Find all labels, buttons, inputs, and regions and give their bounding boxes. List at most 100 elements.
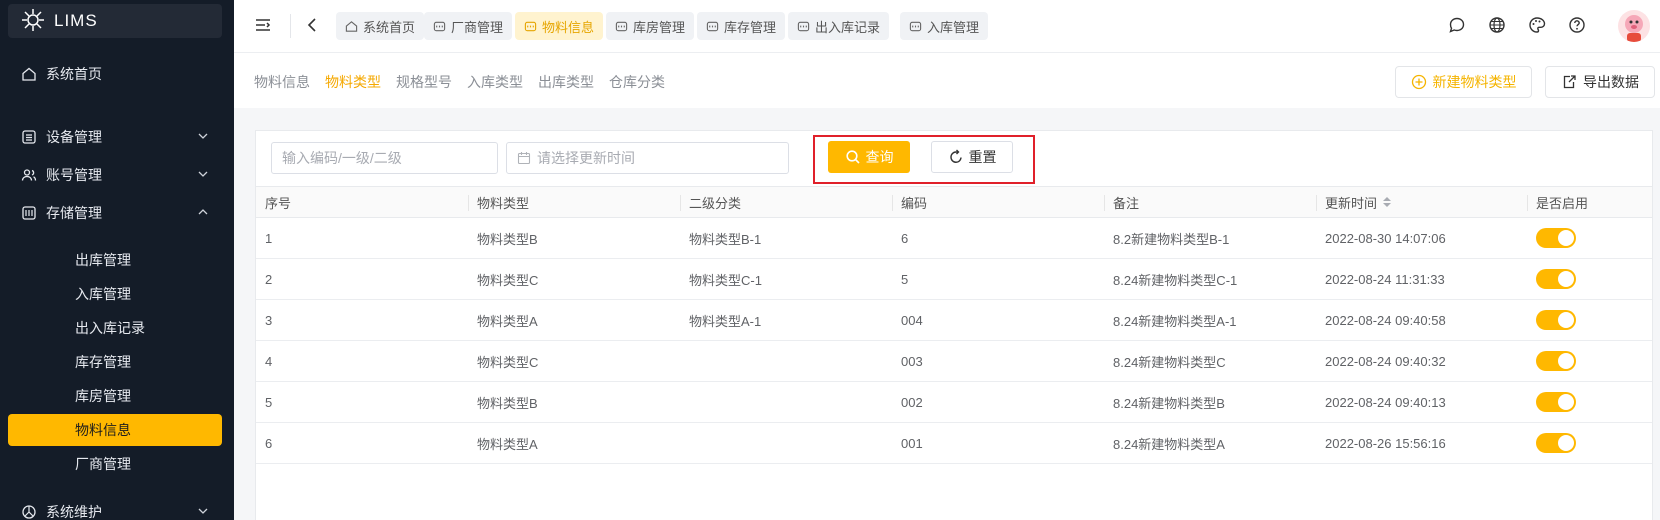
tab-inbound[interactable]: 入库管理 bbox=[900, 12, 989, 40]
enabled-toggle[interactable] bbox=[1536, 269, 1576, 289]
enabled-toggle[interactable] bbox=[1536, 433, 1576, 453]
cell-remark: 8.24新建物料类型A-1 bbox=[1113, 313, 1237, 329]
top-header: 系统首页 厂商管理 物料信息 库房管理 库存管理 出入库记录 入库管理 bbox=[234, 0, 1660, 53]
sort-icon[interactable] bbox=[1383, 197, 1392, 207]
avatar[interactable] bbox=[1618, 10, 1650, 42]
cell-subcategory bbox=[680, 423, 892, 463]
tab-label: 厂商管理 bbox=[451, 19, 504, 35]
cell-update-time: 2022-08-24 09:40:13 bbox=[1325, 394, 1446, 410]
cell-remark: 8.24新建物料类型B bbox=[1113, 395, 1225, 411]
tab-io-records[interactable]: 出入库记录 bbox=[788, 12, 890, 40]
sidebar-item-label: 入库管理 bbox=[75, 286, 131, 302]
tab-label: 库房管理 bbox=[633, 19, 686, 35]
cell-code: 001 bbox=[901, 435, 923, 451]
cell-code: 6 bbox=[901, 230, 909, 246]
enabled-toggle[interactable] bbox=[1536, 351, 1576, 371]
cell-code: 003 bbox=[901, 353, 923, 369]
cell-index: 5 bbox=[265, 394, 273, 410]
new-material-type-button[interactable]: 新建物料类型 bbox=[1395, 66, 1532, 98]
list-icon bbox=[20, 128, 38, 146]
tab-inventory[interactable]: 库存管理 bbox=[697, 12, 786, 40]
column-header-update-time[interactable]: 更新时间 bbox=[1316, 187, 1527, 217]
cell-code: 004 bbox=[901, 312, 923, 328]
subtab-outbound-type[interactable]: 出库类型 bbox=[538, 72, 594, 92]
subtab-material-type[interactable]: 物料类型 bbox=[325, 72, 381, 92]
column-header-code: 编码 bbox=[892, 187, 1104, 217]
sidebar-item-vendors[interactable]: 厂商管理 bbox=[8, 448, 222, 480]
table-row: 2 物料类型C 物料类型C-1 5 8.24新建物料类型C-1 2022-08-… bbox=[256, 259, 1652, 300]
cell-subcategory bbox=[680, 382, 892, 422]
cell-enabled bbox=[1527, 218, 1652, 258]
sidebar-item-outbound[interactable]: 出库管理 bbox=[8, 244, 222, 276]
sidebar-item-inbound[interactable]: 入库管理 bbox=[8, 278, 222, 310]
tab-icon bbox=[615, 21, 628, 31]
menu-fold-icon[interactable] bbox=[254, 16, 272, 34]
cell-index: 2 bbox=[265, 271, 273, 287]
cell-subcategory bbox=[680, 341, 892, 381]
tab-material-info[interactable]: 物料信息 bbox=[515, 12, 604, 40]
storage-icon bbox=[20, 204, 38, 222]
sidebar-group-equipment[interactable]: 设备管理 bbox=[8, 121, 222, 153]
column-header-label: 更新时间 bbox=[1325, 195, 1378, 211]
code-search-placeholder: 输入编码/一级/二级 bbox=[282, 150, 402, 166]
subtab-spec-model[interactable]: 规格型号 bbox=[396, 72, 452, 92]
chevron-down-icon bbox=[198, 133, 208, 139]
subtab-inbound-type[interactable]: 入库类型 bbox=[467, 72, 523, 92]
code-search-input[interactable]: 输入编码/一级/二级 bbox=[271, 142, 498, 174]
sidebar-item-warehouse[interactable]: 库房管理 bbox=[8, 380, 222, 412]
cell-index: 3 bbox=[265, 312, 273, 328]
back-icon[interactable] bbox=[304, 16, 322, 34]
cell-enabled bbox=[1527, 300, 1652, 340]
palette-icon[interactable] bbox=[1528, 16, 1546, 34]
tab-icon bbox=[797, 21, 810, 31]
tab-label: 系统首页 bbox=[363, 19, 416, 35]
tab-warehouse[interactable]: 库房管理 bbox=[606, 12, 695, 40]
export-button[interactable]: 导出数据 bbox=[1545, 66, 1655, 98]
avatar-image-icon bbox=[1625, 15, 1643, 42]
help-icon[interactable] bbox=[1568, 16, 1586, 34]
enabled-toggle[interactable] bbox=[1536, 310, 1576, 330]
header-divider bbox=[290, 14, 291, 38]
column-header-index: 序号 bbox=[265, 195, 292, 211]
sidebar-item-io-records[interactable]: 出入库记录 bbox=[8, 312, 222, 344]
subtab-warehouse-category[interactable]: 仓库分类 bbox=[609, 72, 665, 92]
cell-subcategory: 物料类型C-1 bbox=[689, 272, 762, 288]
sidebar-item-inventory[interactable]: 库存管理 bbox=[8, 346, 222, 378]
highlight-box bbox=[813, 135, 1035, 184]
maintenance-icon bbox=[20, 503, 38, 520]
tab-icon bbox=[706, 21, 719, 31]
sidebar-item-home[interactable]: 系统首页 bbox=[8, 58, 222, 90]
globe-icon[interactable] bbox=[1488, 16, 1506, 34]
sidebar-group-storage[interactable]: 存储管理 bbox=[8, 197, 222, 229]
sidebar-group-maintenance[interactable]: 系统维护 bbox=[8, 496, 222, 520]
home-icon bbox=[345, 20, 358, 32]
enabled-toggle[interactable] bbox=[1536, 228, 1576, 248]
cell-update-time: 2022-08-24 11:31:33 bbox=[1325, 271, 1445, 287]
sidebar-item-label: 系统首页 bbox=[46, 66, 102, 82]
column-header-subcategory: 二级分类 bbox=[680, 187, 892, 217]
cell-update-time: 2022-08-26 15:56:16 bbox=[1325, 435, 1446, 451]
update-time-placeholder: 请选择更新时间 bbox=[537, 150, 635, 166]
tab-icon bbox=[433, 21, 446, 31]
sidebar: LIMS 系统首页 设备管理 账号管理 存储管理 出库管理 入库管理 出入库记录… bbox=[0, 0, 234, 520]
cell-index: 6 bbox=[265, 435, 273, 451]
subtab-material-info[interactable]: 物料信息 bbox=[254, 72, 310, 92]
cell-material-type: 物料类型B bbox=[477, 395, 538, 411]
sidebar-group-accounts[interactable]: 账号管理 bbox=[8, 159, 222, 191]
table-row: 4 物料类型C 003 8.24新建物料类型C 2022-08-24 09:40… bbox=[256, 341, 1652, 382]
home-icon bbox=[20, 65, 38, 83]
cell-code: 002 bbox=[901, 394, 923, 410]
cell-enabled bbox=[1527, 382, 1652, 422]
sidebar-item-material-info[interactable]: 物料信息 bbox=[8, 414, 222, 446]
update-time-picker[interactable]: 请选择更新时间 bbox=[506, 142, 789, 174]
cell-subcategory: 物料类型B-1 bbox=[689, 231, 762, 247]
cell-material-type: 物料类型C bbox=[477, 354, 539, 370]
cell-material-type: 物料类型B bbox=[477, 231, 538, 247]
logo-bar[interactable]: LIMS bbox=[8, 4, 222, 38]
tab-vendors[interactable]: 厂商管理 bbox=[424, 12, 513, 40]
tab-home[interactable]: 系统首页 bbox=[336, 12, 425, 40]
enabled-toggle[interactable] bbox=[1536, 392, 1576, 412]
chat-icon[interactable] bbox=[1448, 16, 1466, 34]
cell-remark: 8.2新建物料类型B-1 bbox=[1113, 231, 1230, 247]
cell-code: 5 bbox=[901, 271, 909, 287]
